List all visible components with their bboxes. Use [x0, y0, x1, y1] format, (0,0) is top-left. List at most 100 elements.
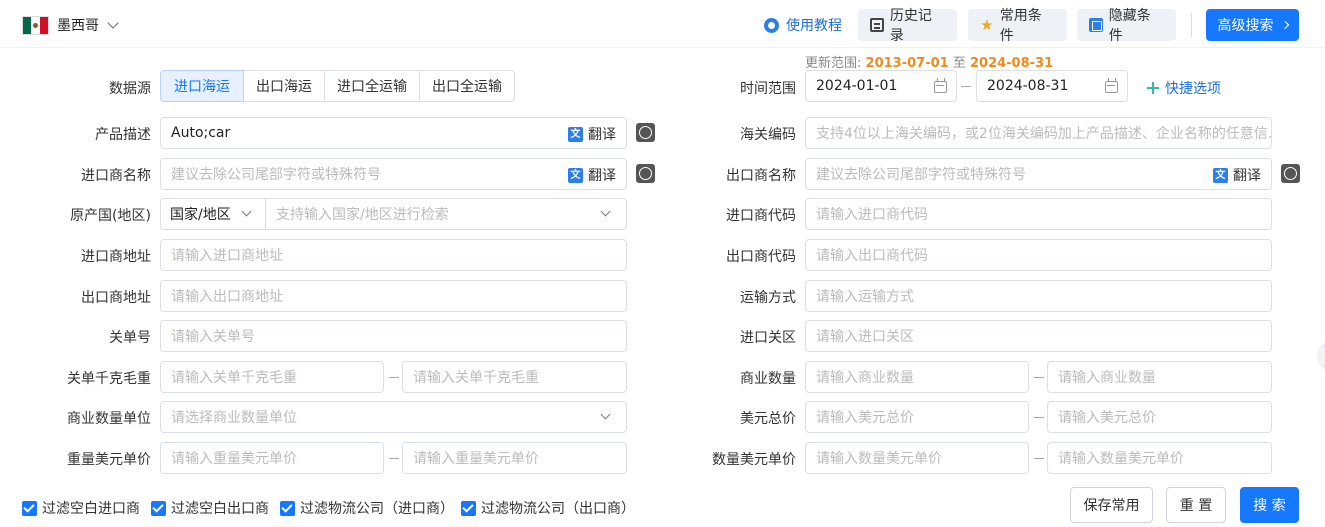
bill-no-input[interactable]: 请输入关单号 — [160, 320, 627, 352]
exporter-code-input[interactable]: 请输入出口商代码 — [805, 239, 1272, 271]
commercial-qty-min-input[interactable]: 请输入商业数量 — [805, 361, 1029, 393]
gross-weight-max-input[interactable]: 请输入关单千克毛重 — [402, 361, 627, 393]
customs-label: 进口关区 — [740, 330, 796, 346]
datasource-export-all[interactable]: 出口全运输 — [419, 70, 515, 102]
history-label: 历史记录 — [889, 8, 932, 44]
product-desc-label: 产品描述 — [95, 127, 151, 143]
divider — [1191, 13, 1192, 37]
importer-code-label: 进口商代码 — [726, 208, 796, 224]
importer-name-input[interactable]: 建议去除公司尾部字符或特殊符号 — [160, 158, 627, 190]
exporter-name-placeholder: 建议去除公司尾部字符或特殊符号 — [816, 167, 1026, 183]
usd-total-min-input[interactable]: 请输入美元总价 — [805, 401, 1029, 433]
commercial-qty-max-input[interactable]: 请输入商业数量 — [1047, 361, 1272, 393]
tutorial-link[interactable]: 使用教程 — [764, 15, 842, 35]
customs-input[interactable]: 请输入进口关区 — [805, 320, 1272, 352]
qty-usd-price-max-input[interactable]: 请输入数量美元单价 — [1047, 442, 1272, 474]
saved-conditions-button[interactable]: ★ 常用条件 — [968, 8, 1067, 44]
qty-unit-select[interactable]: 请选择商业数量单位 — [160, 401, 627, 433]
mexico-flag-icon — [22, 15, 49, 35]
side-panel-handle[interactable] — [1317, 340, 1325, 372]
translate-button[interactable]: 文 翻译 — [568, 124, 616, 144]
usd-total-max-placeholder: 请输入美元总价 — [1058, 410, 1156, 426]
origin-country-placeholder: 支持输入国家/地区进行检索 — [276, 207, 449, 223]
translate-icon: 文 — [568, 126, 583, 142]
advanced-search-button[interactable]: 高级搜索 — [1206, 9, 1299, 41]
origin-country-input[interactable]: 支持输入国家/地区进行检索 — [265, 198, 627, 230]
hidden-conditions-label: 隐藏条件 — [1108, 8, 1151, 44]
origin-label: 原产国(地区) — [70, 208, 151, 224]
translate-label: 翻译 — [588, 168, 616, 184]
translate-button[interactable]: 文 翻译 — [568, 165, 616, 185]
search-button[interactable]: 搜 索 — [1240, 487, 1299, 523]
tutorial-label: 使用教程 — [786, 18, 842, 34]
country-selector[interactable]: 墨西哥 — [22, 14, 119, 36]
gross-weight-min-placeholder: 请输入关单千克毛重 — [171, 370, 297, 386]
qty-usd-price-label: 数量美元单价 — [712, 452, 796, 468]
assist-icon[interactable] — [636, 164, 655, 183]
origin-type-value: 国家/地区 — [170, 207, 231, 223]
filter-logistics-exporter-checkbox[interactable]: 过滤物流公司（出口商） — [461, 498, 635, 518]
transport-input[interactable]: 请输入运输方式 — [805, 280, 1272, 312]
bill-no-label: 关单号 — [109, 330, 151, 346]
hs-code-input[interactable]: 支持4位以上海关编码，或2位海关编码加上产品描述、企业名称的任意信... — [805, 117, 1272, 149]
gross-weight-min-input[interactable]: 请输入关单千克毛重 — [160, 361, 384, 393]
checkbox-checked-icon — [461, 500, 476, 516]
qty-usd-price-max-placeholder: 请输入数量美元单价 — [1058, 451, 1184, 467]
translate-label: 翻译 — [1233, 168, 1261, 184]
product-desc-value: Auto;car — [171, 125, 231, 141]
save-common-button[interactable]: 保存常用 — [1070, 487, 1153, 523]
update-range: 更新范围: 2013-07-01 至 2024-08-31 — [805, 52, 1053, 71]
star-icon: ★ — [980, 16, 994, 34]
filter-blank-importer-checkbox[interactable]: 过滤空白进口商 — [22, 498, 140, 518]
assist-icon[interactable] — [636, 123, 655, 142]
qty-usd-price-min-input[interactable]: 请输入数量美元单价 — [805, 442, 1029, 474]
country-name: 墨西哥 — [57, 18, 99, 34]
filter-label: 过滤空白出口商 — [171, 501, 269, 517]
importer-code-placeholder: 请输入进口商代码 — [816, 207, 928, 223]
importer-addr-input[interactable]: 请输入进口商地址 — [160, 239, 627, 271]
checkbox-checked-icon — [280, 500, 295, 516]
exporter-addr-placeholder: 请输入出口商地址 — [171, 289, 283, 305]
update-range-sep: 至 — [952, 56, 966, 71]
filter-blank-exporter-checkbox[interactable]: 过滤空白出口商 — [151, 498, 269, 518]
importer-name-label: 进口商名称 — [81, 168, 151, 184]
assist-icon[interactable] — [1281, 164, 1300, 183]
importer-code-input[interactable]: 请输入进口商代码 — [805, 198, 1272, 230]
datasource-segmented: 进口海运 出口海运 进口全运输 出口全运输 — [160, 70, 515, 102]
history-button[interactable]: 历史记录 — [858, 8, 957, 44]
bill-no-placeholder: 请输入关单号 — [171, 329, 255, 345]
exporter-addr-input[interactable]: 请输入出口商地址 — [160, 280, 627, 312]
exporter-name-label: 出口商名称 — [726, 168, 796, 184]
exporter-code-label: 出口商代码 — [726, 249, 796, 265]
saved-conditions-label: 常用条件 — [999, 8, 1042, 44]
checkbox-checked-icon — [151, 500, 166, 516]
update-range-end: 2024-08-31 — [969, 56, 1054, 71]
origin-type-select[interactable]: 国家/地区 — [160, 198, 266, 230]
range-dash — [389, 377, 399, 378]
filter-label: 过滤物流公司（出口商） — [481, 501, 635, 517]
hidden-conditions-button[interactable]: 隐藏条件 — [1077, 8, 1176, 44]
range-dash — [389, 458, 399, 459]
gross-weight-max-placeholder: 请输入关单千克毛重 — [413, 370, 539, 386]
product-desc-input[interactable]: Auto;car — [160, 117, 627, 149]
usd-total-max-input[interactable]: 请输入美元总价 — [1047, 401, 1272, 433]
reset-button[interactable]: 重 置 — [1166, 487, 1226, 523]
datasource-import-all[interactable]: 进口全运输 — [324, 70, 420, 102]
time-range-label: 时间范围 — [740, 81, 796, 97]
exporter-name-input[interactable]: 建议去除公司尾部字符或特殊符号 — [805, 158, 1272, 190]
transport-label: 运输方式 — [740, 290, 796, 306]
weight-usd-price-max-placeholder: 请输入重量美元单价 — [413, 451, 539, 467]
range-dash — [1034, 417, 1044, 418]
weight-usd-price-min-input[interactable]: 请输入重量美元单价 — [160, 442, 384, 474]
translate-label: 翻译 — [588, 127, 616, 143]
checkbox-checked-icon — [22, 500, 37, 516]
filter-logistics-importer-checkbox[interactable]: 过滤物流公司（进口商） — [280, 498, 454, 518]
datasource-import-sea[interactable]: 进口海运 — [160, 70, 244, 102]
usd-total-label: 美元总价 — [740, 411, 796, 427]
commercial-qty-label: 商业数量 — [740, 371, 796, 387]
range-dash — [1034, 458, 1044, 459]
translate-button[interactable]: 文 翻译 — [1213, 165, 1261, 185]
datasource-export-sea[interactable]: 出口海运 — [243, 70, 325, 102]
quick-options-link[interactable]: 快捷选项 — [1147, 78, 1221, 98]
weight-usd-price-max-input[interactable]: 请输入重量美元单价 — [402, 442, 627, 474]
